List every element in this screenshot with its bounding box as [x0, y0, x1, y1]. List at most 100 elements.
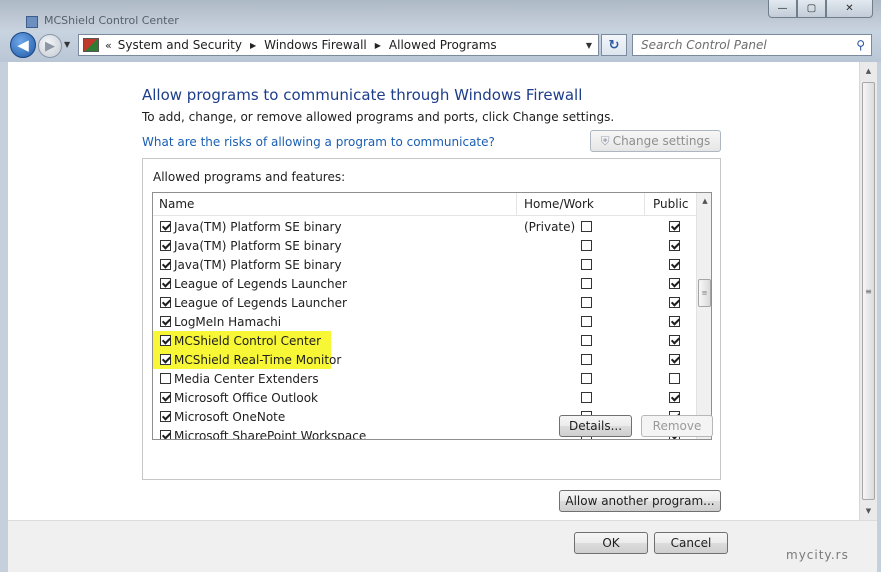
public-network-checkbox[interactable]: [669, 297, 680, 308]
breadcrumb-separator-icon[interactable]: ▶: [250, 41, 256, 50]
program-enabled-checkbox[interactable]: [160, 392, 171, 403]
home-cell: [517, 354, 645, 365]
program-enabled-checkbox[interactable]: [160, 278, 171, 289]
page-scroll-thumb[interactable]: ≡: [862, 82, 875, 500]
home-network-checkbox[interactable]: [580, 392, 592, 403]
page-scrollbar[interactable]: ▲ ≡ ▼: [859, 62, 877, 520]
program-enabled-checkbox[interactable]: [160, 430, 171, 439]
public-cell: [645, 259, 696, 270]
table-row[interactable]: Java(TM) Platform SE binary: [153, 255, 696, 274]
programs-list[interactable]: Name Home/Work (Private) Public Java(TM)…: [152, 192, 712, 440]
dialog-footer: OK Cancel: [8, 520, 877, 572]
public-cell: [645, 221, 696, 232]
column-header-name[interactable]: Name: [153, 193, 517, 216]
table-row[interactable]: Java(TM) Platform SE binary: [153, 236, 696, 255]
public-network-checkbox[interactable]: [669, 259, 680, 270]
details-button[interactable]: Details...: [559, 415, 632, 437]
program-enabled-checkbox[interactable]: [160, 259, 171, 270]
window-frame-right: [877, 62, 881, 572]
public-network-checkbox[interactable]: [669, 278, 680, 289]
table-row[interactable]: LogMeIn Hamachi: [153, 312, 696, 331]
program-enabled-checkbox[interactable]: [160, 240, 171, 251]
back-button[interactable]: ◀: [10, 32, 36, 58]
remove-button[interactable]: Remove: [641, 415, 713, 437]
program-enabled-checkbox[interactable]: [160, 335, 171, 346]
home-network-checkbox[interactable]: [580, 259, 592, 270]
breadcrumb-allowed-programs[interactable]: Allowed Programs: [389, 38, 497, 52]
search-icon[interactable]: ⚲: [856, 38, 865, 52]
home-network-checkbox[interactable]: [580, 278, 592, 289]
table-row[interactable]: MCShield Real-Time Monitor: [153, 350, 696, 369]
program-name: League of Legends Launcher: [174, 295, 347, 310]
address-bar[interactable]: « System and Security ▶ Windows Firewall…: [78, 34, 599, 56]
forward-button[interactable]: ▶: [38, 34, 62, 58]
public-network-checkbox[interactable]: [669, 221, 680, 232]
home-network-checkbox[interactable]: [580, 221, 592, 232]
allow-another-program-button[interactable]: Allow another program...: [559, 490, 721, 512]
risks-link[interactable]: What are the risks of allowing a program…: [142, 135, 495, 149]
column-header-home[interactable]: Home/Work (Private): [517, 193, 645, 234]
program-name-cell: Java(TM) Platform SE binary: [153, 220, 517, 234]
breadcrumb-separator-icon[interactable]: ▶: [375, 41, 381, 50]
breadcrumb-windows-firewall[interactable]: Windows Firewall: [264, 38, 367, 52]
program-name-cell: Java(TM) Platform SE binary: [153, 239, 517, 253]
public-cell: [645, 354, 696, 365]
ok-button[interactable]: OK: [574, 532, 648, 554]
page-description: To add, change, or remove allowed progra…: [142, 110, 615, 124]
program-enabled-checkbox[interactable]: [160, 316, 171, 327]
public-network-checkbox[interactable]: [669, 373, 680, 384]
home-network-checkbox[interactable]: [580, 297, 592, 308]
home-cell: [517, 221, 645, 232]
search-input[interactable]: Search Control Panel: [641, 38, 767, 52]
program-name-cell: Java(TM) Platform SE binary: [153, 258, 517, 272]
public-cell: [645, 316, 696, 327]
public-network-checkbox[interactable]: [669, 316, 680, 327]
close-button[interactable]: ✕: [826, 0, 873, 18]
column-header-public[interactable]: Public: [645, 193, 696, 216]
program-enabled-checkbox[interactable]: [160, 297, 171, 308]
list-scroll-thumb[interactable]: ≡: [698, 279, 711, 307]
change-settings-button[interactable]: ⛨ Change settings: [590, 130, 721, 152]
home-network-checkbox[interactable]: [580, 335, 592, 346]
public-cell: [645, 373, 696, 384]
cancel-button[interactable]: Cancel: [654, 532, 728, 554]
program-name-cell: League of Legends Launcher: [153, 296, 517, 310]
table-row[interactable]: Java(TM) Platform SE binary: [153, 217, 696, 236]
page-scroll-down-icon[interactable]: ▼: [860, 502, 877, 519]
maximize-button[interactable]: ▢: [797, 0, 826, 18]
program-enabled-checkbox[interactable]: [160, 373, 171, 384]
breadcrumb-overflow[interactable]: «: [105, 39, 112, 52]
search-box[interactable]: Search Control Panel ⚲: [632, 34, 872, 56]
home-network-checkbox[interactable]: [580, 240, 592, 251]
table-row[interactable]: League of Legends Launcher: [153, 274, 696, 293]
breadcrumb-system-security[interactable]: System and Security: [118, 38, 242, 52]
home-network-checkbox[interactable]: [580, 316, 592, 327]
control-panel-icon: [83, 38, 99, 52]
public-network-checkbox[interactable]: [669, 335, 680, 346]
program-enabled-checkbox[interactable]: [160, 411, 171, 422]
table-row[interactable]: Microsoft Office Outlook: [153, 388, 696, 407]
program-name: MCShield Control Center: [174, 333, 322, 348]
public-network-checkbox[interactable]: [669, 354, 680, 365]
home-cell: [517, 259, 645, 270]
page-scroll-up-icon[interactable]: ▲: [860, 62, 877, 79]
refresh-button[interactable]: ↻: [601, 34, 627, 56]
minimize-button[interactable]: —: [768, 0, 797, 18]
program-enabled-checkbox[interactable]: [160, 221, 171, 232]
app-icon: [26, 16, 38, 28]
table-row[interactable]: League of Legends Launcher: [153, 293, 696, 312]
public-network-checkbox[interactable]: [669, 240, 680, 251]
list-scroll-up-icon[interactable]: ▲: [697, 193, 711, 209]
window-title: MCShield Control Center: [44, 14, 179, 27]
table-row[interactable]: MCShield Control Center: [153, 331, 696, 350]
home-cell: [517, 392, 645, 403]
recent-pages-dropdown[interactable]: ▼: [64, 40, 70, 49]
public-network-checkbox[interactable]: [669, 392, 680, 403]
list-scrollbar[interactable]: ▲ ≡ ▼: [696, 193, 711, 439]
home-network-checkbox[interactable]: [580, 373, 592, 384]
program-name-cell: LogMeIn Hamachi: [153, 315, 517, 329]
table-row[interactable]: Media Center Extenders: [153, 369, 696, 388]
program-enabled-checkbox[interactable]: [160, 354, 171, 365]
address-dropdown-icon[interactable]: ▼: [586, 41, 592, 50]
home-network-checkbox[interactable]: [580, 354, 592, 365]
